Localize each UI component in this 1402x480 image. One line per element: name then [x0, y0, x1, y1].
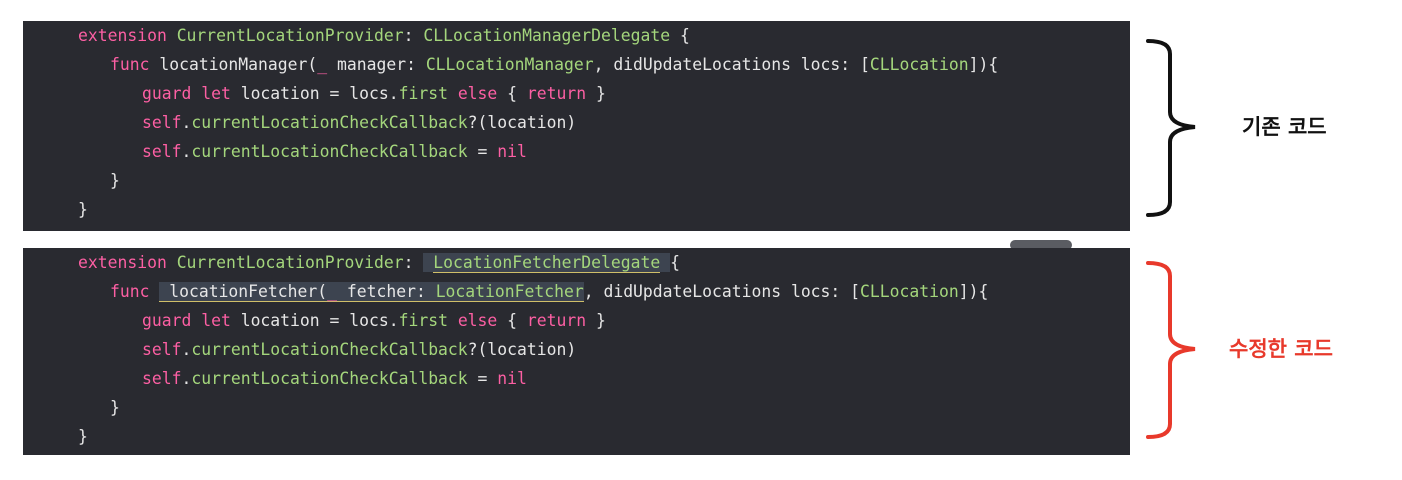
code-token: location = locs. [230, 311, 399, 330]
modified-code-caption: 수정한 코드 [1229, 337, 1333, 361]
code-line: } [78, 422, 88, 451]
modified-code-block: extension CurrentLocationProvider: Locat… [23, 248, 1130, 455]
code-token: currentLocationCheckCallback [191, 113, 468, 132]
code-token: currentLocationCheckCallback [191, 369, 468, 388]
code-line: extension CurrentLocationProvider: CLLoc… [78, 21, 690, 50]
code-token: . [181, 340, 192, 359]
code-token: return [526, 311, 587, 330]
code-token: _ [327, 282, 337, 302]
code-token: nil [497, 142, 527, 161]
code-token [660, 253, 671, 272]
code-line: } [110, 393, 120, 422]
original-code-caption: 기존 코드 [1242, 115, 1327, 139]
code-token: else [457, 311, 498, 330]
code-token: } [110, 398, 120, 417]
code-token: . [181, 142, 192, 161]
code-line: func locationManager(_ manager: CLLocati… [110, 50, 998, 79]
original-code-brace-icon [1146, 39, 1196, 217]
code-token: CLLocation [869, 55, 969, 74]
code-token: LocationFetcher [435, 282, 584, 302]
code-token: nil [497, 369, 527, 388]
code-line: self.currentLocationCheckCallback = nil [142, 364, 527, 393]
code-line: guard let location = locs.first else { r… [142, 306, 606, 335]
code-token: { [670, 253, 680, 272]
code-token: extension [78, 253, 167, 272]
code-token: { [497, 84, 527, 103]
code-token: guard [142, 311, 192, 330]
code-token: locationManager( [149, 55, 318, 74]
code-line: guard let location = locs.first else { r… [142, 79, 606, 108]
code-token: fetcher: [337, 282, 436, 302]
code-token: else [457, 84, 498, 103]
code-token: CurrentLocationProvider [176, 253, 404, 272]
code-token: } [110, 171, 120, 190]
code-token: } [78, 427, 88, 446]
code-token: : [403, 253, 424, 272]
code-token [423, 253, 434, 272]
code-token: , didUpdateLocations locs: [ [593, 55, 870, 74]
code-token: location = locs. [230, 84, 399, 103]
code-token: , didUpdateLocations locs: [ [583, 282, 861, 301]
code-token: = [467, 142, 498, 161]
code-token: currentLocationCheckCallback [191, 142, 468, 161]
code-token: let [201, 311, 231, 330]
code-token: ]){ [958, 282, 989, 301]
code-token: func [110, 282, 150, 301]
code-token: . [181, 113, 192, 132]
modified-code-brace-icon [1146, 261, 1196, 439]
code-token: CurrentLocationProvider [176, 26, 404, 45]
code-token: } [78, 200, 88, 219]
code-token: first [398, 84, 448, 103]
code-token: manager: [327, 55, 426, 74]
code-token: currentLocationCheckCallback [191, 340, 468, 359]
code-token: CLLocation [860, 282, 959, 301]
code-token: first [398, 311, 448, 330]
code-token: = [467, 369, 498, 388]
code-token: CLLocationManagerDelegate [423, 26, 671, 45]
code-token: self [142, 142, 182, 161]
code-token: ?(location) [467, 113, 577, 132]
code-token: return [526, 84, 587, 103]
code-token: extension [78, 26, 167, 45]
code-token: func [110, 55, 150, 74]
code-line: } [78, 195, 88, 224]
code-token: self [142, 113, 182, 132]
code-line: extension CurrentLocationProvider: Locat… [78, 248, 680, 277]
code-token: } [586, 84, 606, 103]
code-token: self [142, 369, 182, 388]
code-line: self.currentLocationCheckCallback?(locat… [142, 108, 576, 137]
code-token: _ [317, 55, 328, 74]
code-line: self.currentLocationCheckCallback?(locat… [142, 335, 576, 364]
code-line: func locationFetcher(_ fetcher: Location… [110, 277, 988, 306]
code-token: guard [142, 84, 192, 103]
code-line: self.currentLocationCheckCallback = nil [142, 137, 527, 166]
code-token: { [670, 26, 690, 45]
code-token: { [497, 311, 527, 330]
code-token: . [181, 369, 192, 388]
code-token: locationFetcher( [159, 282, 328, 302]
code-token: self [142, 340, 182, 359]
code-token: ]){ [968, 55, 999, 74]
code-token: CLLocationManager [425, 55, 594, 74]
code-token: ?(location) [467, 340, 577, 359]
code-token: } [586, 311, 606, 330]
code-token: : [403, 26, 424, 45]
code-token: let [201, 84, 231, 103]
code-token: LocationFetcherDelegate [433, 253, 661, 273]
original-code-block: extension CurrentLocationProvider: CLLoc… [23, 21, 1130, 231]
code-line: } [110, 166, 120, 195]
